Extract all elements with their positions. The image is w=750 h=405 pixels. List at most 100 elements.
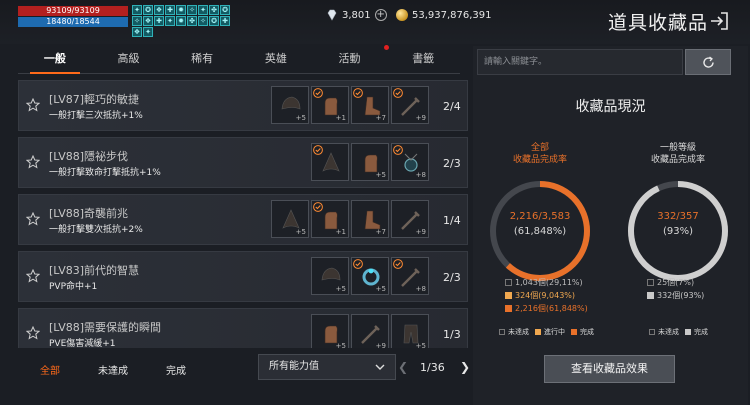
item-slot[interactable]: +1 [311,200,349,238]
favorite-star-icon[interactable] [26,212,40,226]
normal-ring-percent: (93%) [662,226,694,237]
item-slot[interactable]: +9 [391,86,429,124]
collection-title: [LV88]需要保護的瞬間 [49,321,162,334]
enhance-level: +7 [375,114,386,122]
all-label-line1: 全部 [530,143,549,153]
all-label-line2: 收藏品完成率 [512,155,567,165]
status-title: 收藏品現況 [575,99,646,115]
check-icon [353,259,363,269]
item-slot[interactable]: +7 [351,86,389,124]
item-slot[interactable]: +5 [391,314,429,348]
check-icon [393,259,403,269]
item-slot[interactable]: +8 [391,257,429,295]
enhance-level: +8 [415,171,426,179]
diamond-amount: 3,801 [342,9,371,21]
favorite-star-icon[interactable] [26,155,40,169]
item-slot[interactable] [311,143,349,181]
exit-icon[interactable] [708,10,730,32]
all-stat-progress: 324個(9,043%) [505,289,588,302]
item-slot[interactable]: +1 [311,86,349,124]
buff-icon: ✪ [143,5,153,15]
collection-title: [LV83]前代的智慧 [49,264,140,277]
buff-icon: ✤ [209,5,219,15]
normal-label-line1: 一般等級 [659,143,696,153]
buff-icon: ✧ [132,16,142,26]
collection-row[interactable]: [LV87]輕巧的敏捷 一般打擊三次抵抗+1% +5 +1 +7 +9 2/4 [18,80,468,131]
all-legend: 未達成 進行中 完成 [499,327,594,337]
item-slot[interactable]: +5 [311,314,349,348]
collection-count: 2/3 [443,157,461,170]
refresh-icon [703,56,714,68]
buff-icon: ✦ [143,27,153,37]
item-slots: +5 +5 +8 [271,257,429,295]
collection-count: 2/4 [443,100,461,113]
item-slot[interactable]: +5 [311,257,349,295]
favorite-star-icon[interactable] [26,326,40,340]
enhance-level: +7 [375,228,386,236]
buff-icon: ✪ [220,5,230,15]
item-slot[interactable]: +9 [391,200,429,238]
check-icon [313,202,323,212]
collection-count: 1/3 [443,328,461,341]
check-icon [353,88,363,98]
item-slot[interactable]: +8 [391,143,429,181]
buff-icon: ❖ [143,16,153,26]
filter-incomplete[interactable]: 未達成 [98,362,128,377]
item-slots: +5 +1 +7 +9 [271,200,429,238]
filter-complete[interactable]: 完成 [166,362,186,377]
view-effects-button[interactable]: 查看收藏品效果 [544,355,675,383]
tab-2[interactable]: 稀有 [165,46,239,73]
notification-dot [384,45,389,50]
item-slot[interactable]: +5 [351,143,389,181]
add-diamond-icon[interactable]: + [374,9,387,21]
gold-coin-icon [396,9,408,21]
item-slots: +5 +8 [271,143,429,181]
tab-4[interactable]: 活動 [313,46,387,73]
favorite-star-icon[interactable] [26,269,40,283]
normal-label-line2: 收藏品完成率 [650,155,705,165]
normal-legend: 未達成 完成 [649,327,708,337]
buff-icon: ✤ [187,16,197,26]
status-bars: 93109/93109 18480/18544 [18,6,128,27]
item-slot[interactable]: +5 [351,257,389,295]
empty-slot [271,314,309,348]
tab-1[interactable]: 高級 [92,46,166,73]
collection-status-panel: 請輸入關鍵字。 收藏品現況 全部 收藏品完成率 2,216/3,583 (61,… [473,46,748,405]
collection-effect: 一般打擊致命打擊抵抗+1% [49,168,161,178]
tab-3[interactable]: 英雄 [239,46,313,73]
item-slot[interactable]: +5 [271,86,309,124]
check-icon [313,88,323,98]
enhance-level: +1 [335,114,346,122]
category-tabs: 一般 高級 稀有 英雄 活動 書籤 [18,46,460,74]
item-slot[interactable]: +9 [351,314,389,348]
empty-slot [271,257,309,295]
ability-select[interactable]: 所有能力值 [258,354,396,380]
buff-icon: ✚ [154,16,164,26]
normal-stats: 25個(7%) 332個(93%) [647,276,704,302]
refresh-button[interactable] [685,49,731,75]
collection-row[interactable]: [LV88]奇襲前兆 一般打擊雙次抵抗+2% +5 +1 +7 +9 1/4 [18,194,468,245]
enhance-level: +5 [375,171,386,179]
next-page-icon[interactable]: ❯ [460,360,470,374]
collection-list[interactable]: [LV87]輕巧的敏捷 一般打擊三次抵抗+1% +5 +1 +7 +9 2/4 [LV88]隱… [18,80,473,348]
collection-title: [LV88]奇襲前兆 [49,207,129,220]
page-indicator: 1/36 [420,361,445,374]
collection-row[interactable]: [LV88]需要保護的瞬間 PVE傷害減緩+1 +5 +9 +5 1/3 [18,308,468,348]
enhance-level: +5 [415,342,426,348]
diamond-currency: 3,801 + [326,9,387,21]
favorite-star-icon[interactable] [26,98,40,112]
prev-page-icon[interactable]: ❮ [398,360,408,374]
tab-5[interactable]: 書籤 [386,46,460,73]
item-slots: +5 +1 +7 +9 [271,86,429,124]
top-bar: 93109/93109 18480/18544 ✦ ✪ ❖ ✚ ✹ ✧ ✦ ✤ ✪ ✧ ❖ ✚ ✦ ✹ ✤ ✧… [0,0,750,44]
buff-icon: ✚ [220,16,230,26]
buff-icons: ✦ ✪ ❖ ✚ ✹ ✧ ✦ ✤ ✪ ✧ ❖ ✚ ✦ ✹ ✤ ✧ ✪ ✚ ❖ ✦ [132,5,236,37]
collection-row[interactable]: [LV83]前代的智慧 PVP命中+1 +5 +5 +8 2/3 [18,251,468,302]
item-slot[interactable]: +7 [351,200,389,238]
filter-all[interactable]: 全部 [40,362,60,377]
collection-row[interactable]: [LV88]隱祕步伐 一般打擊致命打擊抵抗+1% +5 +8 2/3 [18,137,468,188]
search-input[interactable]: 請輸入關鍵字。 [477,49,683,75]
tab-0[interactable]: 一般 [18,46,92,74]
filter-bar: 全部 未達成 完成 所有能力值 ❮ 1/36 ❯ [18,352,473,387]
item-slot[interactable]: +5 [271,200,309,238]
